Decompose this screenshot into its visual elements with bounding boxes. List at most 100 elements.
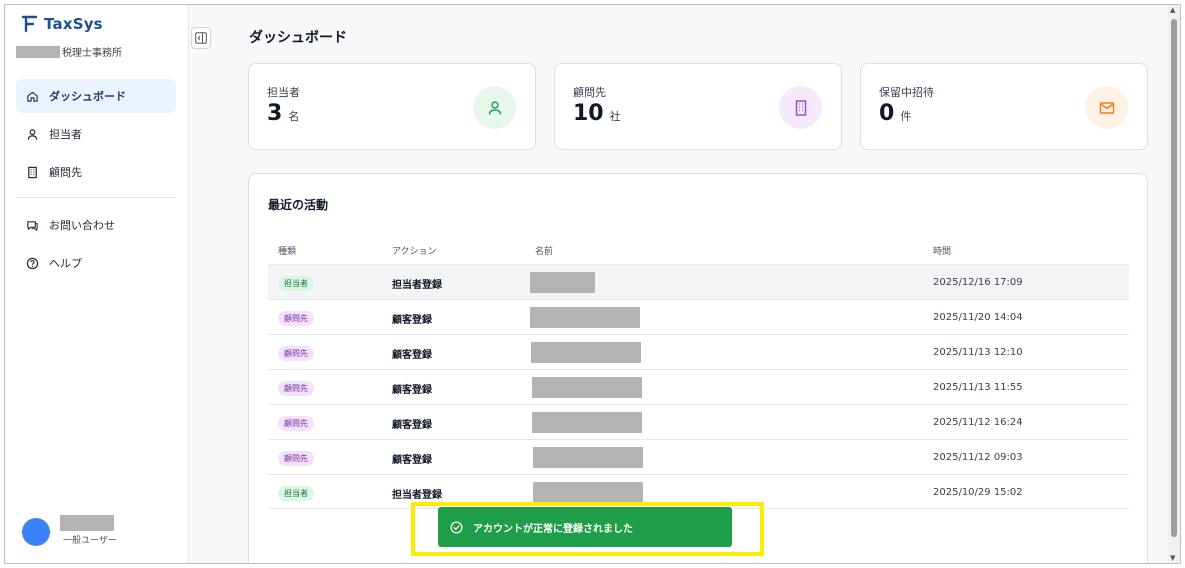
action-cell: 顧客登録: [392, 315, 432, 326]
user-role: 一般ユーザー: [63, 536, 117, 546]
table-row[interactable]: 顧問先 顧客登録 2025/11/12 16:24: [268, 404, 1129, 439]
table-header: 種類 アクション 名前 時間: [268, 236, 1128, 264]
redacted-name: [533, 447, 643, 468]
table-row[interactable]: 顧問先 顧客登録 2025/11/13 12:10: [268, 334, 1129, 369]
sidebar-item-label: 顧問先: [49, 166, 82, 179]
user-menu[interactable]: 一般ユーザー: [22, 515, 117, 546]
stat-unit: 名: [288, 110, 300, 123]
action-cell: 顧客登録: [392, 385, 432, 396]
mail-icon: [1099, 101, 1114, 114]
stat-unit: 件: [900, 110, 912, 123]
type-badge: 担当者: [278, 486, 314, 501]
page-title: ダッシュボード: [249, 30, 347, 46]
stat-card-clients: 顧問先 10 社: [554, 63, 842, 150]
redacted-name: [532, 377, 642, 398]
sidebar-item-clients[interactable]: 顧問先: [16, 155, 176, 189]
nav-divider: [16, 197, 176, 198]
action-cell: 担当者登録: [392, 280, 442, 291]
action-cell: 顧客登録: [392, 455, 432, 466]
sidebar-toggle-icon: [195, 32, 207, 44]
sidebar-nav: ダッシュボード 担当者 顧問先 お問い合わせ ヘルプ: [16, 79, 176, 284]
user-icon: [488, 100, 501, 115]
time-cell: 2025/10/29 15:02: [933, 487, 1023, 498]
time-cell: 2025/11/13 12:10: [933, 347, 1023, 358]
scroll-thumb[interactable]: [1171, 19, 1177, 537]
sidebar-item-staff[interactable]: 担当者: [16, 117, 176, 151]
logo[interactable]: TaxSys: [22, 15, 103, 33]
sidebar-collapse-button[interactable]: [191, 27, 211, 49]
stat-number: 3: [267, 101, 283, 126]
sidebar-item-label: ヘルプ: [49, 257, 82, 270]
column-header-name: 名前: [535, 247, 554, 257]
time-cell: 2025/11/12 09:03: [933, 452, 1023, 463]
building-icon: [795, 99, 806, 116]
stat-number: 10: [573, 101, 604, 126]
redacted-name: [530, 307, 640, 328]
table-row[interactable]: 顧問先 顧客登録 2025/11/13 11:55: [268, 369, 1129, 404]
success-toast[interactable]: アカウントが正常に登録されました: [438, 507, 732, 547]
stat-unit: 社: [609, 110, 621, 123]
time-cell: 2025/12/16 17:09: [933, 277, 1023, 288]
redacted-name: [533, 482, 643, 503]
home-icon: [27, 91, 38, 102]
panel-title: 最近の活動: [268, 198, 329, 212]
action-cell: 担当者登録: [392, 490, 442, 501]
help-icon: [26, 257, 39, 269]
time-cell: 2025/11/13 11:55: [933, 382, 1023, 393]
scroll-up-arrow-icon[interactable]: ▲: [1170, 6, 1175, 14]
sidebar-item-label: ダッシュボード: [49, 90, 126, 103]
column-header-action: アクション: [392, 247, 437, 257]
type-badge: 顧問先: [278, 346, 314, 361]
column-header-time: 時間: [933, 247, 952, 257]
sidebar-item-contact[interactable]: お問い合わせ: [16, 208, 176, 242]
redacted-office-name: [16, 45, 60, 58]
user-icon: [27, 128, 38, 140]
stat-icon-wrap: [473, 86, 516, 129]
redacted-name: [531, 342, 641, 363]
stat-icon-wrap: [1085, 86, 1128, 129]
redacted-name: [532, 412, 642, 433]
type-badge: 顧問先: [278, 451, 314, 466]
table-row[interactable]: 顧問先 顧客登録 2025/11/12 09:03: [268, 439, 1129, 474]
avatar: [22, 518, 50, 546]
page-scrollbar[interactable]: ▲ ▼: [1168, 5, 1180, 563]
toast-message: アカウントが正常に登録されました: [473, 523, 633, 535]
type-badge: 顧問先: [278, 381, 314, 396]
column-header-type: 種類: [278, 247, 297, 257]
stat-label: 担当者: [267, 86, 300, 99]
stat-number: 0: [879, 101, 895, 126]
type-badge: 顧問先: [278, 416, 314, 431]
table-row[interactable]: 顧問先 顧客登録 2025/11/20 14:04: [268, 299, 1129, 334]
stat-value: 10 社: [573, 101, 621, 126]
app-window: TaxSys 税理士事務所 ダッシュボード 担当者 顧問先 お問い合わせ ヘルプ…: [4, 4, 1181, 564]
type-badge: 担当者: [278, 276, 314, 291]
office-name: 税理士事務所: [16, 44, 122, 59]
action-cell: 顧客登録: [392, 350, 432, 361]
building-icon: [28, 166, 37, 178]
redacted-user-name: [60, 515, 114, 531]
stat-value: 3 名: [267, 101, 299, 126]
sidebar-item-dashboard[interactable]: ダッシュボード: [16, 79, 176, 113]
table-row[interactable]: 担当者 担当者登録 2025/12/16 17:09: [268, 264, 1129, 299]
sidebar-item-label: 担当者: [49, 128, 82, 141]
taxsys-logo-icon: [22, 15, 38, 33]
stat-card-staff: 担当者 3 名: [248, 63, 536, 150]
office-suffix: 税理士事務所: [62, 48, 122, 59]
type-badge: 顧問先: [278, 311, 314, 326]
time-cell: 2025/11/12 16:24: [933, 417, 1023, 428]
time-cell: 2025/11/20 14:04: [933, 312, 1023, 323]
sidebar-item-label: お問い合わせ: [49, 219, 115, 232]
app-name: TaxSys: [44, 15, 103, 33]
stat-value: 0 件: [879, 101, 911, 126]
sidebar: TaxSys 税理士事務所 ダッシュボード 担当者 顧問先 お問い合わせ ヘルプ…: [5, 5, 189, 563]
stat-label: 顧問先: [573, 86, 606, 99]
stat-card-pending-invites: 保留中招待 0 件: [860, 63, 1148, 150]
stat-label: 保留中招待: [879, 86, 934, 99]
chat-icon: [27, 220, 38, 231]
sidebar-item-help[interactable]: ヘルプ: [16, 246, 176, 280]
activity-table-body: 担当者 担当者登録 2025/12/16 17:09 顧問先 顧客登録 2025…: [268, 264, 1129, 509]
scroll-down-arrow-icon[interactable]: ▼: [1170, 554, 1175, 562]
redacted-name: [530, 272, 595, 293]
stat-icon-wrap: [779, 86, 822, 129]
action-cell: 顧客登録: [392, 420, 432, 431]
